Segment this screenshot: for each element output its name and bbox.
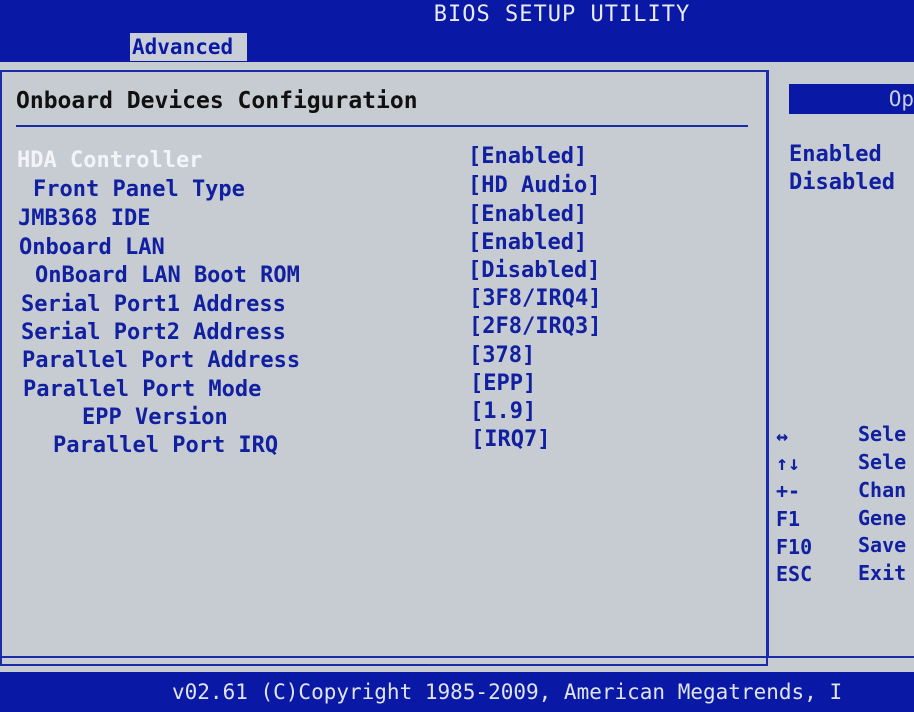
key-desc-general-help: Gene — [858, 506, 907, 530]
footer-bar: v02.61 (C)Copyright 1985-2009, American … — [0, 672, 914, 712]
setting-label-serial-port1[interactable]: Serial Port1 Address — [21, 292, 286, 317]
key-f1: F1 — [776, 507, 801, 531]
panel-divider — [767, 70, 769, 657]
copyright-text: v02.61 (C)Copyright 1985-2009, American … — [172, 680, 843, 704]
key-desc-change: Chan — [858, 478, 907, 502]
setting-value-onboard-lan[interactable]: [Enabled] — [468, 230, 587, 255]
setting-value-hda-controller[interactable]: [Enabled] — [468, 144, 587, 169]
setting-value-epp-version[interactable]: [1.9] — [470, 399, 536, 424]
setting-label-parallel-port-mode[interactable]: Parallel Port Mode — [23, 377, 261, 402]
section-rule — [16, 125, 748, 127]
key-plus-minus: +- — [776, 479, 801, 503]
section-title: Onboard Devices Configuration — [16, 88, 418, 114]
setting-label-onboard-lan[interactable]: Onboard LAN — [19, 235, 165, 260]
key-desc-select-screen: Sele — [858, 422, 907, 446]
tab-advanced[interactable]: Advanced — [130, 33, 247, 61]
setting-label-lan-boot-rom[interactable]: OnBoard LAN Boot ROM — [35, 263, 300, 288]
setting-label-epp-version[interactable]: EPP Version — [82, 405, 228, 430]
key-desc-save: Save — [858, 533, 907, 557]
up-down-arrows-icon: ↑↓ — [776, 451, 801, 475]
bios-title: BIOS SETUP UTILITY — [433, 2, 691, 27]
option-enabled[interactable]: Enabled — [789, 142, 882, 167]
setting-label-hda-controller[interactable]: HDA Controller — [17, 148, 202, 173]
setting-value-lan-boot-rom[interactable]: [Disabled] — [468, 258, 600, 283]
left-right-arrows-icon: ↔ — [776, 424, 789, 448]
setting-label-parallel-port-irq[interactable]: Parallel Port IRQ — [53, 433, 278, 458]
key-desc-exit: Exit — [858, 561, 907, 585]
key-esc: ESC — [776, 562, 813, 586]
options-header: Op — [789, 84, 914, 114]
setting-label-front-panel-type[interactable]: Front Panel Type — [33, 177, 245, 202]
setting-value-parallel-port-address[interactable]: [378] — [469, 343, 535, 368]
setting-label-parallel-port-address[interactable]: Parallel Port Address — [22, 348, 300, 373]
setting-value-serial-port2[interactable]: [2F8/IRQ3] — [469, 314, 601, 339]
setting-value-front-panel-type[interactable]: [HD Audio] — [468, 173, 600, 198]
option-disabled[interactable]: Disabled — [789, 170, 895, 195]
setting-value-jmb368-ide[interactable]: [Enabled] — [468, 202, 587, 227]
key-desc-select-item: Sele — [858, 450, 907, 474]
setting-value-parallel-port-mode[interactable]: [EPP] — [470, 371, 536, 396]
setting-label-jmb368-ide[interactable]: JMB368 IDE — [18, 206, 150, 231]
setting-value-serial-port1[interactable]: [3F8/IRQ4] — [469, 286, 601, 311]
key-f10: F10 — [776, 535, 813, 559]
setting-label-serial-port2[interactable]: Serial Port2 Address — [21, 320, 286, 345]
setting-value-parallel-port-irq[interactable]: [IRQ7] — [471, 427, 550, 452]
frame-bottom-border — [0, 656, 914, 658]
top-bar: BIOS SETUP UTILITY Advanced — [0, 0, 914, 68]
